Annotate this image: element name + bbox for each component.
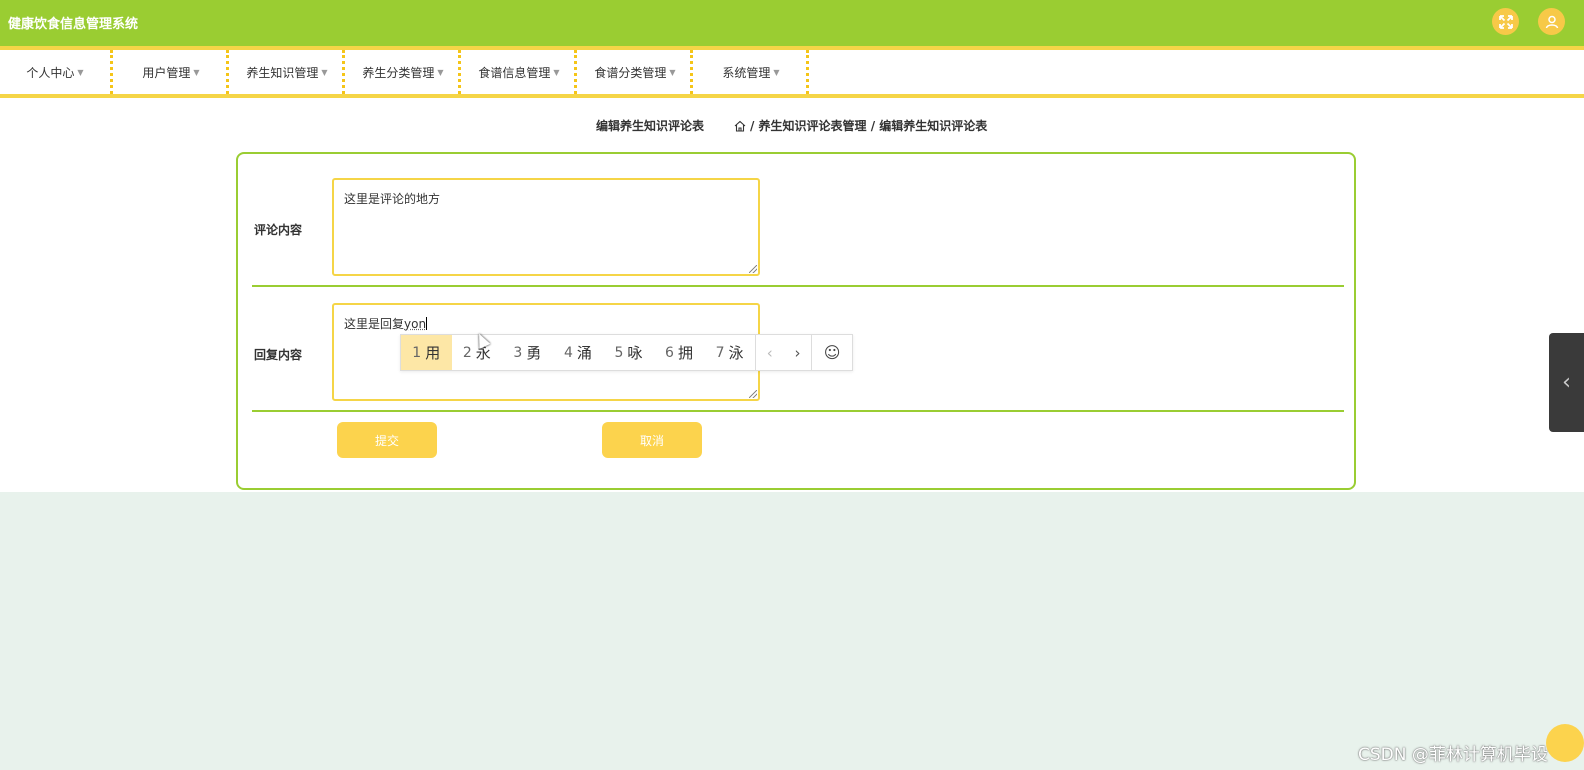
ime-candidate[interactable]: 7泳 (704, 335, 755, 370)
nav-item-personal-center[interactable]: 个人中心 ▼ (0, 50, 113, 94)
nav-item-recipe-category[interactable]: 食谱分类管理 ▼ (580, 50, 693, 94)
user-icon[interactable] (1538, 8, 1565, 35)
nav-label: 食谱信息管理 (478, 65, 551, 80)
chevron-down-icon: ▼ (321, 67, 328, 77)
ime-candidate-char: 拥 (677, 344, 693, 362)
chevron-down-icon: ▼ (437, 67, 444, 77)
comment-value: 这里是评论的地方 (344, 192, 441, 206)
nav-item-system-management[interactable]: 系统管理 ▼ (696, 50, 809, 94)
chevron-down-icon: ▼ (669, 67, 676, 77)
user-icon-svg (1545, 15, 1558, 28)
ime-candidate-number: 3 (513, 344, 523, 361)
nav-item-user-management[interactable]: 用户管理 ▼ (116, 50, 229, 94)
chevron-down-icon: ▼ (553, 67, 560, 77)
chevron-left-icon: ‹ (1562, 370, 1571, 395)
ime-prev-page-icon[interactable]: ‹ (756, 335, 784, 370)
ime-candidate-char: 咏 (627, 344, 643, 362)
ime-candidate-char: 涌 (576, 344, 592, 362)
ime-candidate[interactable]: 3勇 (502, 335, 553, 370)
chevron-down-icon: ▼ (193, 67, 200, 77)
submit-button[interactable]: 提交 (337, 422, 437, 458)
emoji-icon[interactable]: ☺ (811, 335, 852, 370)
nav-item-recipe-info[interactable]: 食谱信息管理 ▼ (464, 50, 577, 94)
ime-candidate-number: 6 (665, 344, 674, 361)
resize-handle[interactable] (749, 390, 757, 398)
top-bar: 健康饮食信息管理系统 (0, 0, 1584, 50)
side-panel-toggle[interactable]: ‹ (1549, 333, 1584, 432)
ime-candidate-number: 2 (462, 344, 472, 361)
ime-candidate-char: 泳 (728, 344, 744, 362)
comment-label: 评论内容 (254, 223, 303, 237)
nav-item-health-category[interactable]: 养生分类管理 ▼ (348, 50, 461, 94)
row-divider (252, 285, 1344, 287)
breadcrumb-path: / 养生知识评论表管理 / 编辑养生知识评论表 (734, 117, 987, 134)
ime-candidate[interactable]: 4涌 (553, 335, 604, 370)
resize-handle[interactable] (749, 265, 757, 273)
ime-candidate-number: 4 (563, 344, 573, 361)
reply-value: 这里是回复 (344, 317, 405, 331)
nav-item-health-knowledge[interactable]: 养生知识管理 ▼ (232, 50, 345, 94)
home-icon[interactable] (734, 120, 746, 132)
ime-candidate-number: 1 (412, 344, 422, 361)
fullscreen-icon[interactable] (1492, 8, 1519, 35)
cancel-button[interactable]: 取消 (602, 422, 702, 458)
ime-composition-text: yon (404, 317, 427, 331)
watermark: CSDN @菲林计算机毕设 (1358, 745, 1548, 765)
ime-candidate-number: 5 (614, 344, 624, 361)
ime-candidate[interactable]: 1用 (401, 335, 452, 370)
ime-candidate-char: 用 (425, 344, 441, 362)
comment-textarea[interactable]: 这里是评论的地方 (332, 178, 760, 276)
edit-comment-form: 评论内容 这里是评论的地方 回复内容 这里是回复yon 提交 取消 (236, 152, 1356, 490)
chevron-down-icon: ▼ (77, 67, 84, 77)
ime-candidate[interactable]: 6拥 (654, 335, 705, 370)
app-title: 健康饮食信息管理系统 (8, 17, 139, 32)
ime-next-page-icon[interactable]: › (784, 335, 812, 370)
ime-candidate[interactable]: 5咏 (603, 335, 654, 370)
nav-label: 养生分类管理 (362, 65, 435, 80)
nav-label: 养生知识管理 (246, 65, 319, 80)
row-divider (252, 410, 1344, 412)
nav-label: 系统管理 (722, 65, 771, 80)
ime-candidate-char: 勇 (526, 344, 542, 362)
breadcrumb-links[interactable]: / 养生知识评论表管理 / 编辑养生知识评论表 (750, 119, 987, 133)
nav-label: 个人中心 (26, 65, 75, 80)
chevron-down-icon: ▼ (773, 67, 780, 77)
floating-action-button[interactable] (1546, 724, 1584, 762)
page-title: 编辑养生知识评论表 (596, 119, 705, 133)
nav-label: 食谱分类管理 (594, 65, 667, 80)
fullscreen-icon-svg (1498, 14, 1513, 29)
ime-candidate-bar: 1用 2永 3勇 4涌 5咏 6拥 7泳 ‹ › ☺ (400, 334, 853, 371)
reply-label: 回复内容 (254, 348, 303, 362)
text-caret (426, 317, 428, 330)
ime-candidate-number: 7 (715, 344, 725, 361)
nav-label: 用户管理 (142, 65, 191, 80)
main-nav: 个人中心 ▼ 用户管理 ▼ 养生知识管理 ▼ 养生分类管理 ▼ 食谱信息管理 ▼ 食谱分类… (0, 50, 1584, 98)
